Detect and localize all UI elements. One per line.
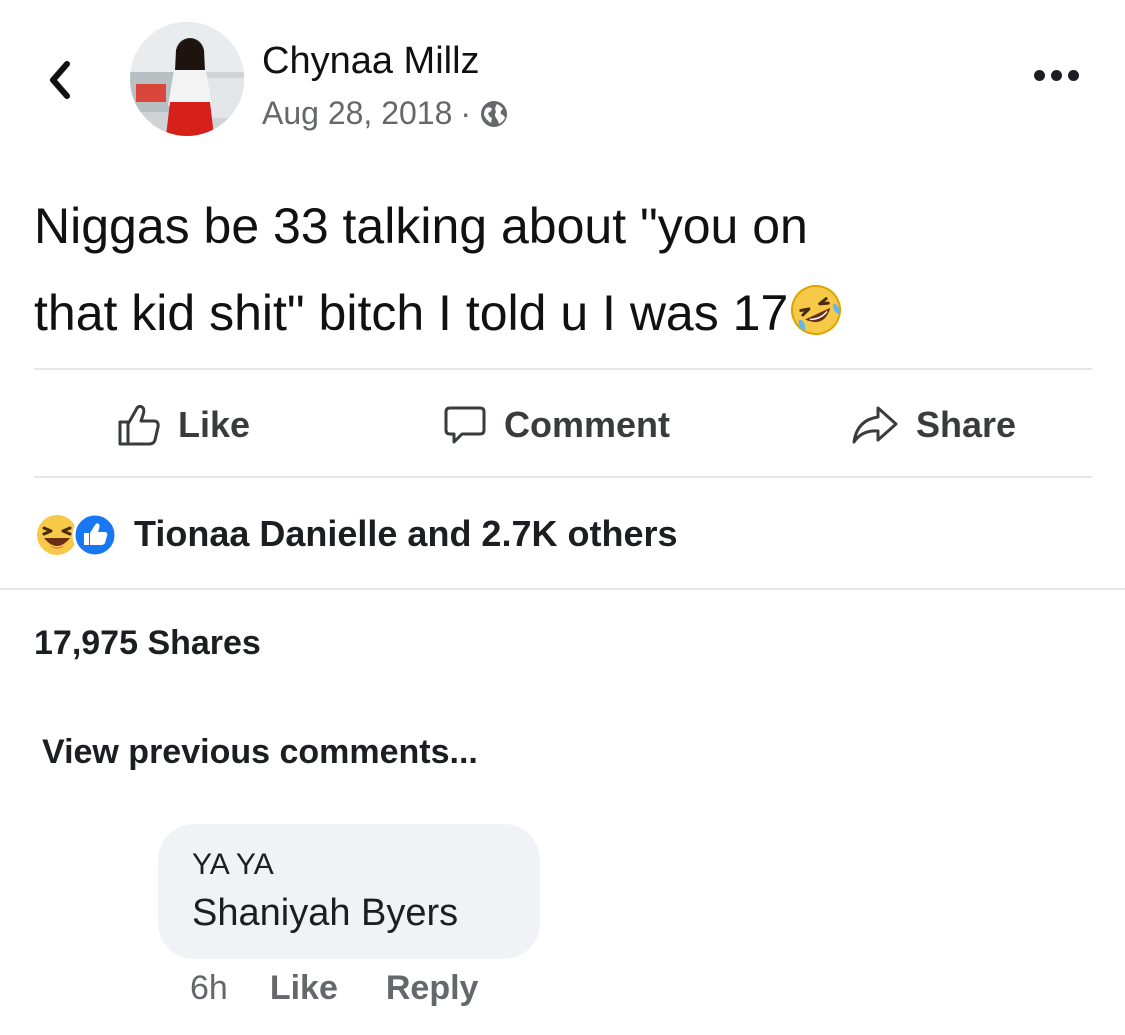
comment-text: Shaniyah Byers <box>192 892 459 934</box>
post-date[interactable]: Aug 28, 2018 <box>262 95 452 132</box>
divider-reactions <box>0 588 1125 590</box>
comment-time: 6h <box>190 968 228 1007</box>
avatar[interactable] <box>130 22 244 136</box>
like-button[interactable]: Like <box>116 398 250 452</box>
globe-icon <box>481 100 508 127</box>
reaction-icons <box>34 510 134 558</box>
comment-icon <box>444 406 486 444</box>
profile-photo <box>130 22 244 136</box>
divider-actions <box>34 476 1092 478</box>
like-reaction-icon <box>72 512 118 558</box>
comment-reply-button[interactable]: Reply <box>386 969 479 1008</box>
comment-meta: 6h Like Reply <box>190 966 526 1010</box>
comment-author[interactable]: YA YA <box>192 848 506 882</box>
more-dots-icon <box>1033 69 1045 81</box>
reactions-summary-text: Tionaa Danielle and 2.7K others <box>134 513 678 554</box>
meta-separator: · <box>460 95 472 131</box>
post-text-line-2: that kid shit" bitch I told u I was 17 <box>34 270 1094 357</box>
chevron-left-icon <box>50 61 70 99</box>
more-dot <box>1050 69 1062 81</box>
post-text-line-2-text: that kid shit" bitch I told u I was 17 <box>34 285 789 341</box>
comment-bubble[interactable]: YA YA Shaniyah Byers <box>158 824 540 959</box>
shares-count[interactable]: 17,975 Shares <box>34 624 261 663</box>
thumbs-up-icon <box>118 404 160 446</box>
like-label: Like <box>178 404 251 445</box>
comment-button[interactable]: Comment <box>442 398 670 452</box>
share-arrow-icon <box>852 406 898 444</box>
comment-label: Comment <box>504 404 671 445</box>
view-previous-comments-link[interactable]: View previous comments... <box>42 733 478 772</box>
back-button[interactable] <box>38 58 82 102</box>
post-text-line-1: Niggas be 33 talking about "you on <box>34 198 808 254</box>
reactions-summary[interactable]: Tionaa Danielle and 2.7K others <box>34 510 678 558</box>
rolling-on-floor-laughing-emoji <box>791 285 842 335</box>
more-dot <box>1067 69 1079 81</box>
post-meta: Aug 28, 2018 · <box>262 95 509 132</box>
share-label: Share <box>916 404 1017 445</box>
divider-top <box>34 368 1092 370</box>
author-name[interactable]: Chynaa Millz <box>262 40 480 83</box>
share-button[interactable]: Share <box>850 398 1016 452</box>
more-options-button[interactable] <box>1024 60 1088 90</box>
comment-like-button[interactable]: Like <box>270 969 338 1008</box>
post-text: Niggas be 33 talking about "you on that … <box>34 183 1094 357</box>
